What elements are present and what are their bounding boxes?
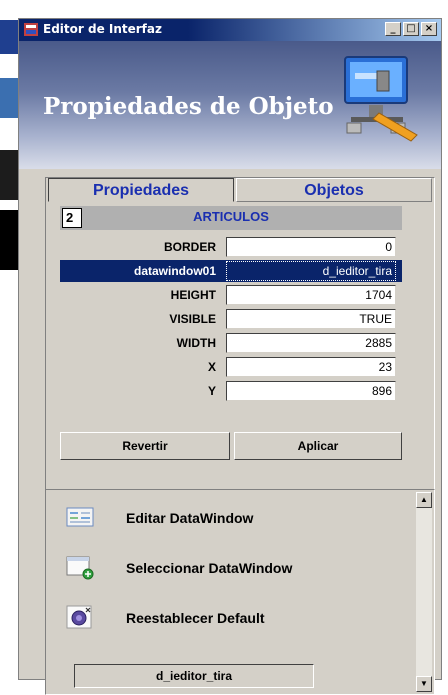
- action-label: Reestablecer Default: [126, 610, 265, 626]
- window-title: Editor de Interfaz: [43, 22, 162, 36]
- property-value-field[interactable]: 896: [226, 381, 396, 401]
- scroll-up-button[interactable]: ▲: [416, 492, 432, 508]
- property-value-field[interactable]: 2885: [226, 333, 396, 353]
- property-label: WIDTH: [176, 336, 216, 350]
- header-banner: Propiedades de Objeto: [19, 41, 441, 169]
- title-bar[interactable]: Editor de Interfaz _ □ ×: [19, 19, 441, 41]
- tab-propiedades[interactable]: Propiedades: [48, 178, 234, 202]
- section-header: 2 ARTICULOS: [60, 206, 402, 230]
- actions-list: Editar DataWindow Seleccionar DataWindow…: [45, 489, 435, 695]
- scroll-down-button[interactable]: ▼: [416, 676, 432, 692]
- property-label: BORDER: [163, 240, 216, 254]
- maximize-button[interactable]: □: [403, 22, 419, 36]
- property-label: VISIBLE: [169, 312, 216, 326]
- select-datawindow-action[interactable]: Seleccionar DataWindow: [66, 552, 406, 586]
- property-value-field[interactable]: d_ieditor_tira: [226, 261, 396, 281]
- action-label: Editar DataWindow: [126, 510, 254, 526]
- editor-window: Editor de Interfaz _ □ × Propiedades de …: [18, 18, 442, 695]
- background-window-edge: [0, 0, 18, 684]
- app-icon: [24, 23, 38, 36]
- apply-button[interactable]: Aplicar: [234, 432, 402, 460]
- property-value-field[interactable]: 0: [226, 237, 396, 257]
- action-label: Seleccionar DataWindow: [126, 560, 293, 576]
- property-value-field[interactable]: 1704: [226, 285, 396, 305]
- property-row-border[interactable]: BORDER 0: [60, 236, 402, 258]
- datawindow-select-icon: [66, 556, 94, 580]
- property-row-height[interactable]: HEIGHT 1704: [60, 284, 402, 306]
- minimize-button[interactable]: _: [385, 22, 401, 36]
- property-row-datawindow[interactable]: datawindow01 d_ieditor_tira: [60, 260, 402, 282]
- property-value-field[interactable]: 23: [226, 357, 396, 377]
- background-strip-segment: [0, 150, 18, 200]
- datawindow-edit-icon: [66, 507, 94, 527]
- background-strip-segment: [0, 78, 18, 118]
- tab-objetos[interactable]: Objetos: [236, 178, 432, 202]
- property-row-x[interactable]: X 23: [60, 356, 402, 378]
- property-value-field[interactable]: TRUE: [226, 309, 396, 329]
- revert-button[interactable]: Revertir: [60, 432, 230, 460]
- close-button[interactable]: ×: [421, 22, 437, 36]
- network-settings-icon: [344, 56, 418, 142]
- property-label: datawindow01: [133, 264, 216, 278]
- property-row-width[interactable]: WIDTH 2885: [60, 332, 402, 354]
- reset-default-action[interactable]: Reestablecer Default: [66, 602, 406, 636]
- datawindow-name-field: d_ieditor_tira: [74, 664, 314, 688]
- property-label: Y: [207, 384, 216, 398]
- properties-panel: Propiedades Objetos 2 ARTICULOS BORDER 0…: [45, 177, 435, 495]
- section-title: ARTICULOS: [193, 209, 269, 224]
- property-label: X: [207, 360, 216, 374]
- actions-scrollbar[interactable]: ▲ ▼: [416, 492, 432, 692]
- edit-datawindow-action[interactable]: Editar DataWindow: [66, 502, 406, 536]
- background-strip-segment: [0, 210, 18, 270]
- reset-default-icon: [66, 605, 92, 629]
- page-title: Propiedades de Objeto: [43, 93, 334, 120]
- property-row-visible[interactable]: VISIBLE TRUE: [60, 308, 402, 330]
- background-strip-segment: [0, 20, 18, 54]
- property-row-y[interactable]: Y 896: [60, 380, 402, 402]
- property-label: HEIGHT: [170, 288, 216, 302]
